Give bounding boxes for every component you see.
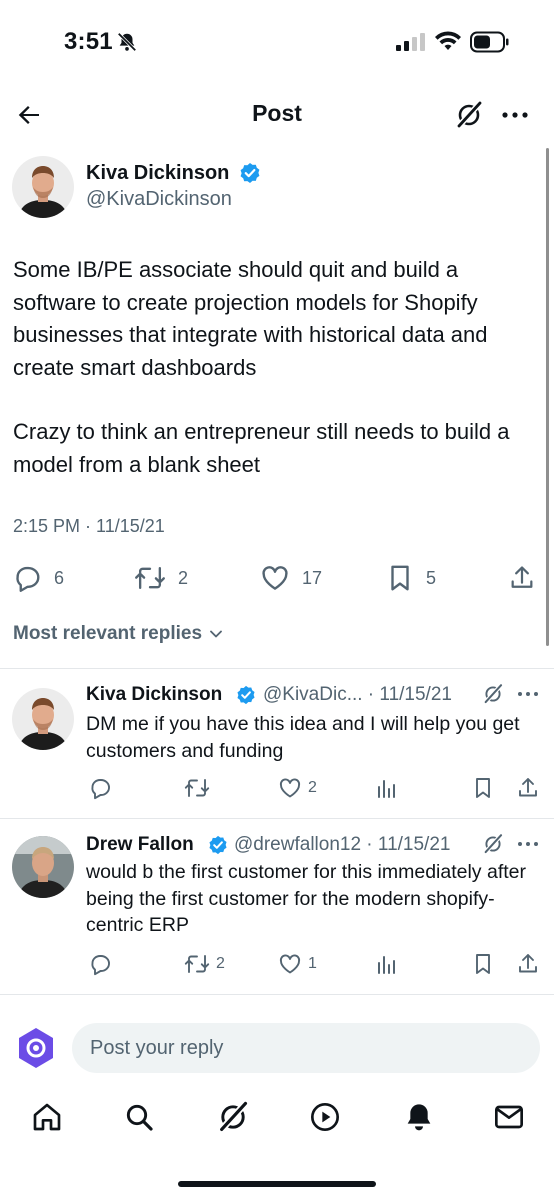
nav-grok[interactable]: [216, 1100, 250, 1134]
tweet-timestamp[interactable]: 2:15 PM · 11/15/21: [13, 516, 165, 537]
divider: [0, 668, 554, 669]
home-indicator: [178, 1181, 376, 1187]
reply-meta: @drewfallon12 · 11/15/21: [234, 834, 451, 855]
like-count: 17: [302, 567, 323, 588]
reply-icon: [91, 779, 110, 800]
reply-button[interactable]: 6: [12, 563, 64, 593]
notifications-icon: [407, 1104, 431, 1131]
play-icon: [311, 1103, 339, 1131]
tweet-paragraph-1: Some IB/PE associate should quit and bui…: [13, 257, 488, 380]
more-icon: [518, 842, 538, 846]
reply-bookmark-button[interactable]: [472, 776, 494, 800]
reply-icon: [16, 566, 40, 592]
reply-analytics-button[interactable]: [376, 776, 398, 800]
verified-badge-icon: [236, 685, 256, 705]
bookmark-icon: [476, 778, 490, 798]
reply-like-count: 2: [308, 779, 317, 796]
divider: [0, 818, 554, 819]
reply-author-name[interactable]: Kiva Dickinson: [86, 684, 222, 706]
reply-share-button[interactable]: [516, 776, 540, 800]
bookmark-count: 5: [426, 567, 437, 588]
cellular-signal-icon: [396, 33, 426, 51]
replies-sort-label: Most relevant replies: [13, 623, 203, 644]
like-icon: [279, 778, 301, 798]
reply-count: 6: [54, 567, 65, 588]
grok-icon: [218, 1101, 248, 1133]
analytics-icon: [378, 956, 395, 974]
reply-icon: [91, 955, 110, 976]
reply-more-button[interactable]: [516, 834, 540, 854]
more-options-button[interactable]: [498, 100, 532, 130]
status-time: 3:51: [64, 28, 113, 55]
chevron-down-icon: [210, 630, 222, 638]
bookmark-icon: [476, 954, 490, 974]
repost-icon: [184, 955, 210, 973]
status-bar: 3:51: [0, 0, 554, 86]
reply-more-button[interactable]: [516, 684, 540, 704]
grok-icon[interactable]: [482, 683, 504, 705]
reply-analytics-button[interactable]: [376, 952, 398, 976]
reply-avatar[interactable]: [12, 836, 74, 898]
grok-app-icon[interactable]: [16, 1027, 56, 1069]
reply-bookmark-button[interactable]: [472, 952, 494, 976]
reply-input[interactable]: [72, 1023, 540, 1073]
author-avatar[interactable]: [12, 156, 74, 218]
share-icon: [519, 778, 537, 797]
reply-text: would b the first customer for this imme…: [86, 861, 526, 936]
search-icon: [126, 1104, 153, 1131]
bookmark-icon: [391, 565, 409, 591]
verified-badge-icon: [239, 162, 261, 184]
like-button[interactable]: 17: [260, 563, 322, 593]
nav-messages[interactable]: [492, 1100, 526, 1134]
reply-author-name[interactable]: Drew Fallon: [86, 834, 194, 856]
reply-like-button[interactable]: 1: [278, 952, 317, 976]
reply-text: DM me if you have this idea and I will h…: [86, 713, 520, 762]
like-icon: [262, 566, 288, 590]
verified-badge-icon: [208, 835, 228, 855]
repost-icon: [184, 779, 210, 797]
messages-icon: [495, 1105, 523, 1129]
reply-reply-button[interactable]: [88, 952, 112, 976]
divider: [0, 994, 554, 995]
tweet-paragraph-2: Crazy to think an entrepreneur still nee…: [13, 419, 510, 477]
more-icon: [502, 112, 528, 118]
home-icon: [33, 1103, 61, 1131]
nav-search[interactable]: [122, 1100, 156, 1134]
like-icon: [279, 954, 301, 974]
share-icon: [511, 566, 533, 588]
reply-share-button[interactable]: [516, 952, 540, 976]
repost-icon: [135, 566, 165, 590]
nav-videos[interactable]: [308, 1100, 342, 1134]
wifi-icon: [434, 30, 462, 52]
reply-repost-button[interactable]: 2: [184, 952, 225, 976]
nav-home[interactable]: [30, 1100, 64, 1134]
grok-button[interactable]: [454, 100, 484, 130]
grok-icon: [455, 100, 483, 130]
repost-count: 2: [178, 567, 189, 588]
nav-notifications[interactable]: [402, 1100, 436, 1134]
reply-repost-button[interactable]: [184, 776, 216, 800]
reply-avatar[interactable]: [12, 688, 74, 750]
author-handle[interactable]: @KivaDickinson: [86, 188, 232, 211]
repost-button[interactable]: 2: [134, 563, 188, 593]
replies-sort-dropdown[interactable]: Most relevant replies: [13, 623, 224, 645]
share-button[interactable]: [508, 563, 536, 593]
tweet-text: Some IB/PE associate should quit and bui…: [13, 254, 543, 481]
reply-like-button[interactable]: 2: [278, 776, 317, 800]
reply-repost-count: 2: [216, 955, 225, 972]
battery-icon: [470, 31, 510, 53]
grok-icon[interactable]: [482, 833, 504, 855]
reply-reply-button[interactable]: [88, 776, 112, 800]
silent-mode-icon: [116, 31, 138, 53]
more-icon: [518, 692, 538, 696]
reply-like-count: 1: [308, 955, 317, 972]
author-name[interactable]: Kiva Dickinson: [86, 162, 229, 185]
analytics-icon: [378, 780, 395, 798]
reply-meta: @KivaDic... · 11/15/21: [263, 684, 452, 705]
bookmark-button[interactable]: 5: [386, 563, 436, 593]
scrollbar[interactable]: [546, 148, 549, 646]
share-icon: [519, 954, 537, 973]
